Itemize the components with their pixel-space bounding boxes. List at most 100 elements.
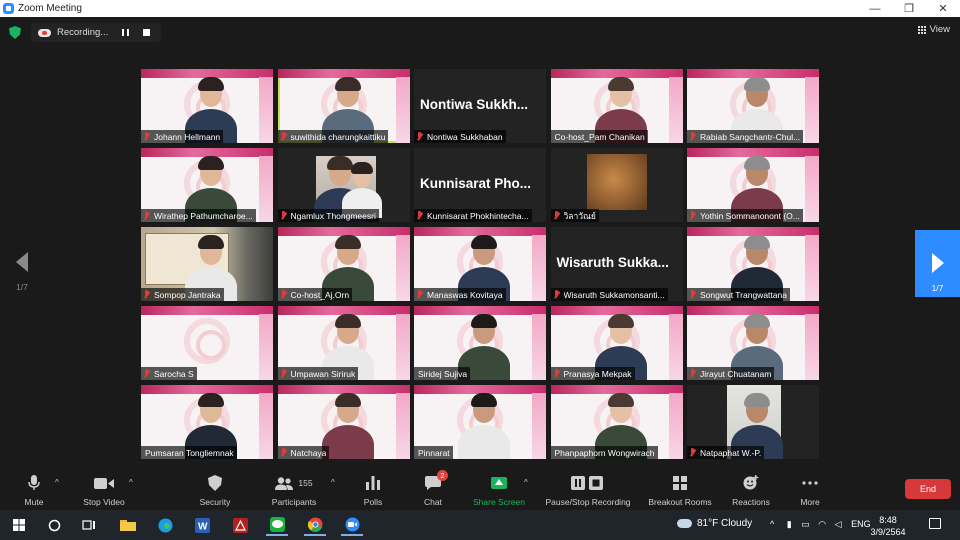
participant-video-tile[interactable]: Natpaphat W.-P. [687, 385, 819, 459]
mute-options-caret-icon[interactable]: ^ [55, 478, 59, 487]
battery-icon[interactable]: ▭ [801, 519, 810, 529]
participant-name: Pranasya Mekpak [563, 368, 632, 379]
muted-microphone-icon [416, 211, 423, 220]
share-options-caret-icon[interactable]: ^ [524, 478, 528, 487]
slide-pink-edge [668, 314, 683, 380]
participant-video-tile[interactable]: Nontiwa Sukkh... Nontiwa Sukkhaban [414, 69, 546, 143]
title-bar: Zoom Meeting — ❐ ✕ [0, 0, 960, 17]
participant-video-tile[interactable]: Wirathep Pathumcharoe... [141, 148, 273, 222]
view-button[interactable]: View [917, 24, 950, 35]
word-icon[interactable]: W [191, 514, 213, 536]
participant-video-tile[interactable]: Co-host_Aj.Orn [277, 227, 410, 301]
participant-nameplate: Sompop Jantraka [141, 288, 224, 301]
participant-name: Co-host_Aj.Orn [290, 289, 350, 300]
next-page-button[interactable]: 1/7 [915, 230, 960, 297]
taskbar-clock[interactable]: 8:48 3/9/2564 [868, 514, 908, 538]
reactions-button[interactable]: Reactions [729, 466, 773, 510]
breakout-rooms-label: Breakout Rooms [648, 497, 712, 507]
participant-video-tile[interactable]: Kunnisarat Pho... Kunnisarat Phokhintecha… [414, 148, 546, 222]
participant-name: Nontiwa Sukkhaban [427, 131, 503, 142]
search-circle-icon[interactable] [43, 514, 65, 536]
video-camera-icon [94, 472, 114, 494]
page-indicator-left: 1/7 [16, 282, 28, 292]
previous-page-button[interactable]: 1/7 [8, 250, 36, 296]
participant-video-tile[interactable]: Jirayut Chuatanam [687, 306, 819, 380]
stop-video-label: Stop Video [83, 497, 125, 507]
stop-recording-icon[interactable] [143, 29, 150, 36]
mute-button[interactable]: Mute [17, 466, 51, 510]
chrome-icon[interactable] [304, 514, 326, 536]
security-button[interactable]: Security [196, 466, 234, 510]
system-tray[interactable]: ^ ▮ ▭ ◠ ◁ ENG [770, 519, 871, 530]
restore-button[interactable]: ❐ [892, 0, 926, 17]
share-screen-icon [491, 472, 507, 494]
windows-start-icon[interactable] [8, 514, 30, 536]
participant-video-tile[interactable]: Pranasya Mekpak [550, 306, 683, 380]
muted-microphone-icon [689, 448, 696, 457]
share-screen-button[interactable]: Share Screen [470, 466, 528, 510]
participant-name: Rabiab Sangchantr-Chul... [700, 131, 801, 142]
participant-video-tile[interactable]: Yothin Sommanonont (O... [687, 148, 819, 222]
muted-microphone-icon [280, 132, 287, 141]
participant-video-tile[interactable]: suwithida charungkaittiku [277, 69, 410, 143]
participant-name: Umpawan Siriruk [290, 368, 356, 379]
participant-camera-image [586, 154, 647, 210]
security-shield-icon [208, 472, 222, 494]
minimize-button[interactable]: — [858, 0, 892, 17]
zoom-taskbar-icon[interactable] [341, 514, 363, 536]
edge-browser-icon[interactable] [154, 514, 176, 536]
participant-nameplate: Songwut Trangwattana [687, 288, 790, 301]
participant-name: suwithida charungkaittiku [290, 131, 386, 142]
participant-video-tile[interactable]: Phanpaphorn Wongwirach [550, 385, 683, 459]
tray-microphone-icon[interactable]: ▮ [787, 519, 792, 529]
participant-video-tile[interactable]: วิลาวัณย์ [550, 148, 683, 222]
stop-video-button[interactable]: Stop Video [78, 466, 130, 510]
participant-video-tile[interactable]: Pumsaran Tongliemnak [141, 385, 273, 459]
participant-video-tile[interactable]: Natchaya [277, 385, 410, 459]
slide-pink-edge [259, 393, 273, 459]
participant-name: Kunnisarat Phokhintecha... [427, 210, 529, 221]
participant-video-tile[interactable]: Songwut Trangwattana [687, 227, 819, 301]
line-app-icon[interactable] [266, 514, 288, 536]
close-button[interactable]: ✕ [926, 0, 960, 17]
more-button[interactable]: More [796, 466, 824, 510]
participant-video-tile[interactable]: Manaswas Kovitaya [414, 227, 546, 301]
participant-video-tile[interactable]: Sompop Jantraka [141, 227, 273, 301]
notification-center-icon[interactable] [929, 518, 941, 529]
slide-pink-edge [395, 393, 410, 459]
tray-chevron-up-icon[interactable]: ^ [770, 519, 774, 529]
volume-icon[interactable]: ◁ [835, 519, 842, 529]
pause-recording-icon[interactable] [122, 29, 129, 36]
task-view-icon[interactable] [78, 514, 100, 536]
participant-name: Sompop Jantraka [154, 289, 221, 300]
wifi-icon[interactable]: ◠ [818, 519, 826, 529]
participant-video-tile[interactable]: Ngamlux Thongmeesri [277, 148, 410, 222]
slide-pink-edge [805, 156, 819, 222]
participant-video-tile[interactable]: Wisaruth Sukka... Wisaruth Sukkamonsanti.… [550, 227, 683, 301]
participant-video-tile[interactable]: Rabiab Sangchantr-Chul... [687, 69, 819, 143]
participant-name: Wisaruth Sukkamonsanti... [563, 289, 665, 300]
participants-options-caret-icon[interactable]: ^ [331, 478, 335, 487]
video-options-caret-icon[interactable]: ^ [129, 478, 133, 487]
participant-video-tile[interactable]: Johann Hellmann [141, 69, 273, 143]
file-explorer-icon[interactable] [117, 514, 139, 536]
participant-video-tile[interactable]: Co-host_Pam Chanikan [550, 69, 683, 143]
weather-widget[interactable]: 81°F Cloudy [677, 518, 752, 529]
participant-video-tile[interactable]: Sarocha S [141, 306, 273, 380]
participant-nameplate: Pranasya Mekpak [550, 367, 635, 380]
participant-nameplate: Umpawan Siriruk [277, 367, 359, 380]
polls-button[interactable]: Polls [358, 466, 388, 510]
participants-button[interactable]: 155 Participants [266, 466, 322, 510]
mute-label: Mute [24, 497, 44, 507]
participant-video-tile[interactable]: Pinnarat [414, 385, 546, 459]
participant-video-tile[interactable]: Siridej Sujiva [414, 306, 546, 380]
participant-video-tile[interactable]: Umpawan Siriruk [277, 306, 410, 380]
participant-name: วิลาวัณย์ [563, 210, 596, 221]
chevron-left-icon [16, 252, 28, 272]
participant-name-large: Kunnisarat Pho... [420, 176, 532, 191]
breakout-rooms-button[interactable]: Breakout Rooms [645, 466, 715, 510]
encryption-shield-icon[interactable] [9, 26, 21, 39]
end-meeting-button[interactable]: End [905, 479, 951, 499]
acrobat-icon[interactable] [229, 514, 251, 536]
pause-stop-recording-button[interactable]: Pause/Stop Recording [541, 466, 635, 510]
